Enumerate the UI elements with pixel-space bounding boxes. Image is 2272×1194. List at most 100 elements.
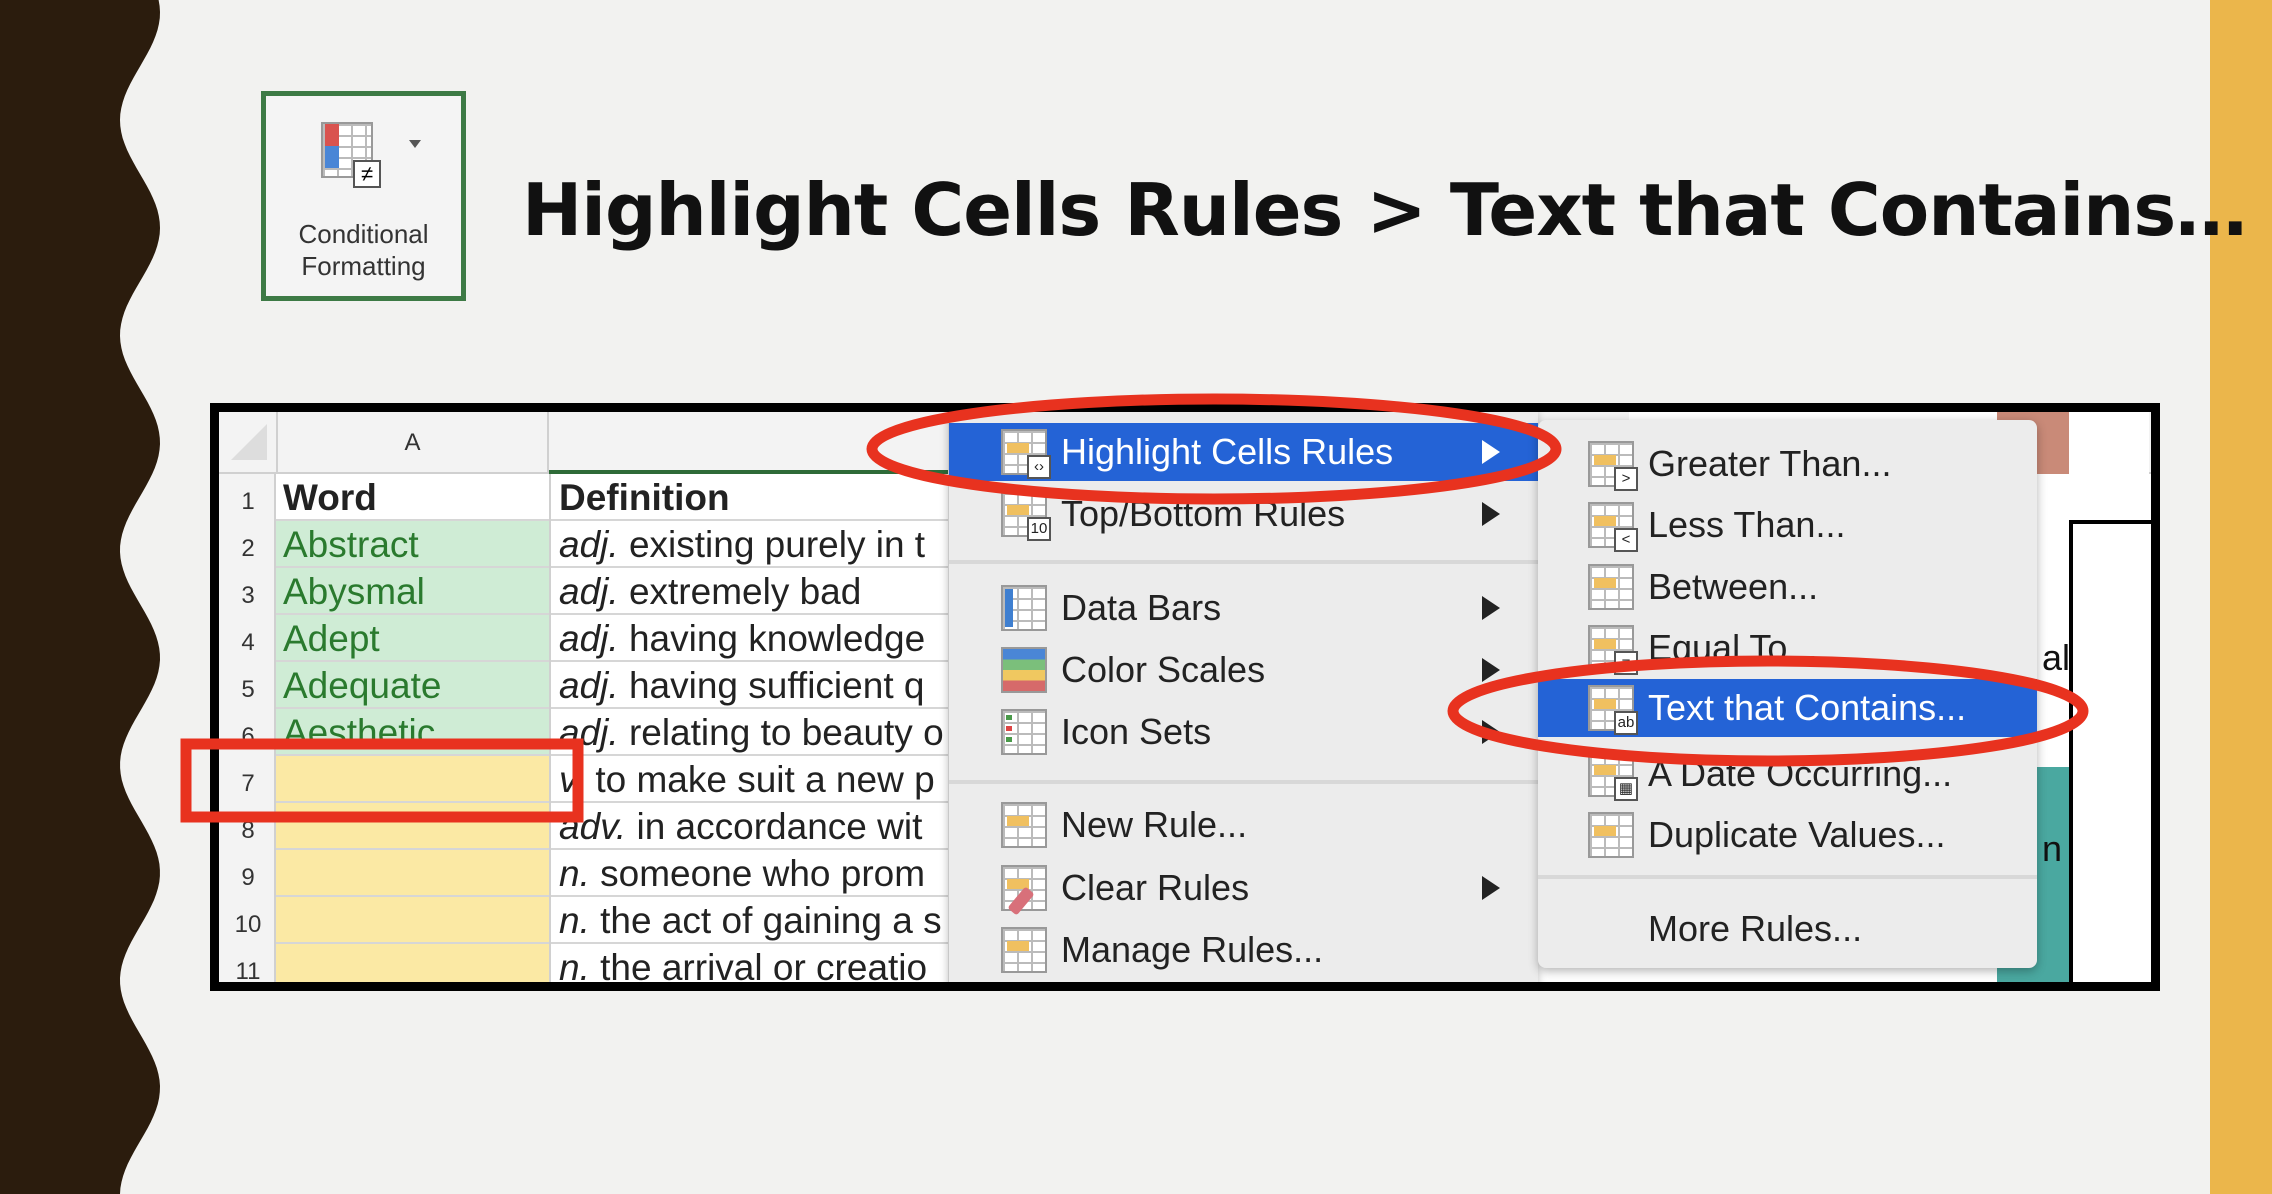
part-of-speech: adj. — [559, 571, 619, 612]
highlight-cells-submenu: > Greater Than... < Less Than... Between... =… — [1538, 420, 2037, 968]
part-of-speech: adj. — [559, 618, 619, 659]
definition-cell[interactable]: adj. extremely bad — [559, 568, 949, 615]
row-number[interactable]: 7 — [223, 760, 273, 807]
row-number[interactable]: 3 — [223, 572, 273, 619]
menu-item-label: Color Scales — [1061, 649, 1266, 690]
menu-item-label: Data Bars — [1061, 587, 1222, 628]
submenu-item-less-than[interactable]: < Less Than... — [1538, 496, 2037, 554]
column-divider — [549, 474, 551, 982]
submenu-item-label: Less Than... — [1648, 504, 1846, 545]
word-cell[interactable]: Adept — [283, 615, 547, 662]
submenu-item-label: More Rules... — [1648, 908, 1863, 949]
select-all-corner[interactable] — [231, 424, 267, 460]
row-number[interactable]: 11 — [223, 948, 273, 982]
definition-text: the act of gaining a s — [600, 900, 942, 941]
highlight-cells-icon: ‹› — [1001, 429, 1051, 479]
row-number[interactable]: 4 — [223, 619, 273, 666]
column-header-a[interactable]: A — [276, 412, 549, 474]
row-number[interactable]: 9 — [223, 854, 273, 901]
word-cell[interactable]: Abstract — [283, 521, 547, 568]
data-bars-icon — [1001, 585, 1047, 631]
row-number[interactable]: 2 — [223, 525, 273, 572]
menu-item-top-bottom-rules[interactable]: 10 Top/Bottom Rules — [949, 485, 1538, 543]
rule-icon — [1588, 812, 1634, 858]
conditional-formatting-icon: ≠ — [321, 122, 421, 188]
definition-text: existing purely in t — [628, 524, 926, 565]
submenu-item-a-date-occurring[interactable]: ▦ A Date Occurring... — [1538, 745, 2037, 803]
menu-item-label: Highlight Cells Rules — [1061, 431, 1394, 472]
word-cell[interactable]: Word — [283, 474, 547, 521]
part-of-speech: n. — [559, 853, 590, 894]
part-of-speech: adj. — [559, 524, 619, 565]
menu-separator — [949, 560, 1538, 564]
submenu-arrow-icon — [1482, 440, 1500, 464]
fragment-text: n — [2042, 828, 2063, 869]
definition-cell[interactable]: Definition — [559, 474, 949, 521]
submenu-item-more-rules[interactable]: More Rules... — [1538, 900, 2037, 958]
submenu-item-duplicate-values[interactable]: Duplicate Values... — [1538, 806, 2037, 864]
menu-item-label: Icon Sets — [1061, 711, 1212, 752]
definition-text: to make suit a new p — [595, 759, 935, 800]
definition-cell[interactable]: n. the act of gaining a s — [559, 897, 949, 944]
manage-rules-icon — [1001, 927, 1047, 973]
menu-item-new-rule[interactable]: New Rule... — [949, 796, 1538, 854]
menu-separator — [1538, 875, 2037, 879]
rule-icon: < — [1588, 502, 1638, 552]
submenu-arrow-icon — [1482, 658, 1500, 682]
word-cell[interactable]: Aesthetic — [283, 709, 547, 756]
menu-item-data-bars[interactable]: Data Bars — [949, 579, 1538, 637]
submenu-arrow-icon — [1482, 876, 1500, 900]
definition-cell[interactable]: adj. having sufficient q — [559, 662, 949, 709]
icon-sets-icon — [1001, 709, 1047, 755]
slide-title: Highlight Cells Rules > Text that Contai… — [522, 168, 2247, 252]
submenu-item-text-that-contains[interactable]: ab Text that Contains... — [1538, 679, 2037, 737]
rule-icon — [1588, 564, 1634, 610]
definition-text: someone who prom — [600, 853, 926, 894]
definition-cell[interactable]: adv. in accordance wit — [559, 803, 949, 850]
submenu-item-greater-than[interactable]: > Greater Than... — [1538, 435, 2037, 493]
submenu-item-label: Duplicate Values... — [1648, 814, 1946, 855]
submenu-item-equal-to[interactable]: = Equal To... — [1538, 619, 2037, 677]
word-cell[interactable]: Adequate — [283, 662, 547, 709]
row-number[interactable]: 8 — [223, 807, 273, 854]
definition-text: in accordance wit — [636, 806, 923, 847]
conditional-formatting-menu: ‹› Highlight Cells Rules 10 Top/Bottom Rule… — [948, 412, 1538, 982]
menu-item-label: Clear Rules — [1061, 867, 1250, 908]
definition-cell[interactable]: v. to make suit a new p — [559, 756, 949, 803]
word-cell[interactable]: Abysmal — [283, 568, 547, 615]
menu-item-manage-rules[interactable]: Manage Rules... — [949, 921, 1538, 979]
submenu-item-label: Greater Than... — [1648, 443, 1892, 484]
submenu-item-label: Between... — [1648, 566, 1819, 607]
menu-item-highlight-cells-rules[interactable]: ‹› Highlight Cells Rules — [949, 423, 1538, 481]
submenu-item-label: A Date Occurring... — [1648, 753, 1953, 794]
rule-icon: ab — [1588, 685, 1638, 735]
definition-cell[interactable]: n. the arrival or creatio — [559, 944, 949, 988]
definition-text: extremely bad — [628, 571, 862, 612]
screenshot-frame: A 1 Word Definition 2 Abstract adj. exis… — [210, 403, 2160, 991]
row-number[interactable]: 10 — [223, 901, 273, 948]
submenu-arrow-icon — [1482, 596, 1500, 620]
submenu-item-label: Text that Contains... — [1648, 687, 1967, 728]
definition-text: having sufficient q — [628, 665, 925, 706]
rule-icon: > — [1588, 441, 1638, 491]
row-number[interactable]: 1 — [223, 478, 273, 525]
definition-cell[interactable]: adj. existing purely in t — [559, 521, 949, 568]
conditional-formatting-button[interactable]: ≠ Conditional Formatting — [261, 91, 466, 301]
menu-item-color-scales[interactable]: Color Scales — [949, 641, 1538, 699]
definition-text: Definition — [559, 477, 730, 518]
menu-item-icon-sets[interactable]: Icon Sets — [949, 703, 1538, 761]
row-number[interactable]: 5 — [223, 666, 273, 713]
menu-item-clear-rules[interactable]: Clear Rules — [949, 859, 1538, 917]
definition-text: the arrival or creatio — [600, 947, 928, 988]
definition-cell[interactable]: n. someone who prom — [559, 850, 949, 897]
button-label-line1: Conditional — [298, 219, 429, 249]
submenu-item-between[interactable]: Between... — [1538, 558, 2037, 616]
rule-icon: = — [1588, 625, 1638, 675]
definition-cell[interactable]: adj. relating to beauty o — [559, 709, 949, 756]
definition-cell[interactable]: adj. having knowledge — [559, 615, 949, 662]
row-number[interactable]: 6 — [223, 713, 273, 760]
black-outlined-box — [2069, 520, 2151, 982]
part-of-speech: n. — [559, 900, 590, 941]
part-of-speech: adv. — [559, 806, 627, 847]
button-label-line2: Formatting — [301, 251, 426, 281]
